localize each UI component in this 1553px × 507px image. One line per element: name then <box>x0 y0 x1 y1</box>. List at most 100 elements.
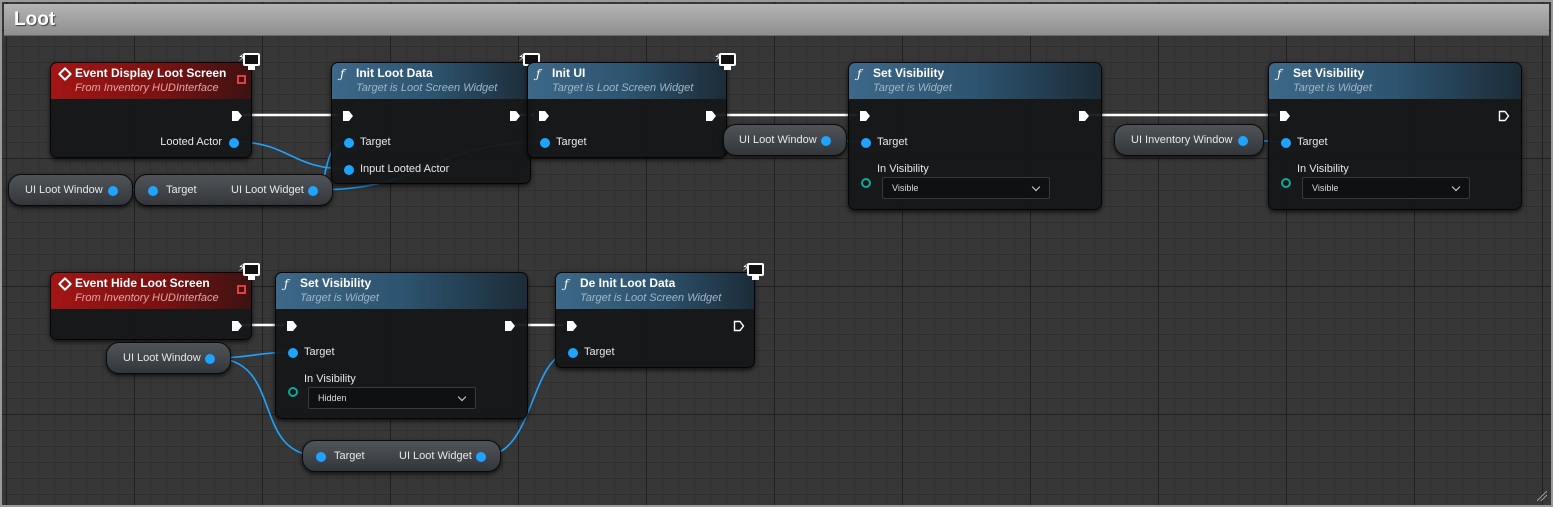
variable-output-pin[interactable] <box>821 136 831 146</box>
ui-loot-window-variable-node[interactable]: UI Loot Window <box>106 342 231 374</box>
set-visibility-node[interactable]: ƒ Set Visibility Target is Widget Target… <box>848 62 1102 210</box>
looted-actor-output-pin[interactable] <box>229 138 239 148</box>
exec-out-pin-icon[interactable] <box>231 320 243 332</box>
looted-actor-input-pin[interactable] <box>344 165 354 175</box>
function-icon: ƒ <box>857 67 862 81</box>
node-title: Set Visibility <box>1293 66 1365 80</box>
target-input-pin[interactable] <box>288 348 298 358</box>
widget-output-pin[interactable] <box>308 186 318 196</box>
function-icon: ƒ <box>1277 67 1282 81</box>
variable-output-pin[interactable] <box>108 186 118 196</box>
node-header: ƒ De Init Loot Data Target is Loot Scree… <box>556 273 754 309</box>
function-icon: ƒ <box>284 277 289 291</box>
exec-out-pin-hollow-icon[interactable] <box>1498 110 1510 122</box>
ui-loot-window-variable-node[interactable]: UI Loot Window <box>8 174 133 206</box>
in-visibility-pin-label: In Visibility <box>1297 163 1349 175</box>
node-title: Event Display Loot Screen <box>75 66 227 80</box>
init-ui-node[interactable]: ƒ Init UI Target is Loot Screen Widget T… <box>527 62 727 158</box>
network-monitor-icon: ⚡ <box>714 51 736 71</box>
variable-label: UI Inventory Window <box>1131 134 1233 146</box>
get-ui-loot-widget-node[interactable]: Target UI Loot Widget <box>134 174 333 206</box>
de-init-loot-data-node[interactable]: ƒ De Init Loot Data Target is Loot Scree… <box>555 272 755 368</box>
input-looted-actor-pin-label: Input Looted Actor <box>360 163 450 175</box>
exec-out-pin-icon[interactable] <box>509 110 521 122</box>
node-header: ƒ Set Visibility Target is Widget <box>849 63 1101 99</box>
exec-out-pin-icon[interactable] <box>705 110 717 122</box>
visibility-input-pin[interactable] <box>288 387 298 397</box>
exec-out-pin-hollow-icon[interactable] <box>733 320 745 332</box>
init-loot-data-node[interactable]: ƒ Init Loot Data Target is Loot Screen W… <box>331 62 531 184</box>
variable-output-pin[interactable] <box>205 354 215 364</box>
node-header: ƒ Init Loot Data Target is Loot Screen W… <box>332 63 530 99</box>
chevron-down-icon <box>1031 182 1041 192</box>
target-pin-label: Target <box>584 346 615 358</box>
visibility-dropdown[interactable]: Visible <box>1302 177 1470 199</box>
network-monitor-icon: ⚡ <box>238 261 260 281</box>
visibility-input-pin[interactable] <box>1281 178 1291 188</box>
node-subtitle: Target is Widget <box>1293 82 1372 94</box>
node-header: Event Display Loot Screen From Inventory… <box>51 63 251 99</box>
target-input-pin[interactable] <box>540 138 550 148</box>
function-icon: ƒ <box>340 67 345 81</box>
node-subtitle: Target is Loot Screen Widget <box>356 82 498 94</box>
node-header: Event Hide Loot Screen From Inventory HU… <box>51 273 251 309</box>
output-pin-label: UI Loot Widget <box>231 184 304 196</box>
target-pin-label: Target <box>166 184 197 196</box>
exec-in-pin-icon[interactable] <box>286 320 298 332</box>
variable-output-pin[interactable] <box>1238 136 1248 146</box>
target-input-pin[interactable] <box>568 348 578 358</box>
exec-in-pin-icon[interactable] <box>538 110 550 122</box>
target-input-pin[interactable] <box>316 452 326 462</box>
in-visibility-pin-label: In Visibility <box>877 163 929 175</box>
get-ui-loot-widget-node[interactable]: Target UI Loot Widget <box>302 440 501 472</box>
network-monitor-icon: ⚡ <box>742 261 764 281</box>
target-input-pin[interactable] <box>148 186 158 196</box>
variable-label: UI Loot Window <box>123 352 201 364</box>
delegate-pin-icon[interactable] <box>237 285 246 294</box>
dropdown-value: Hidden <box>318 393 347 403</box>
target-pin-label: Target <box>360 136 391 148</box>
event-diamond-icon <box>57 276 73 292</box>
dropdown-value: Visible <box>1312 183 1339 193</box>
ui-loot-window-variable-node[interactable]: UI Loot Window <box>723 124 847 156</box>
blueprint-graph-canvas[interactable]: Loot Event Display Loot Screen From Inve… <box>0 0 1553 507</box>
node-title: Set Visibility <box>300 276 372 290</box>
node-header: ƒ Set Visibility Target is Widget <box>1269 63 1521 99</box>
node-title: Init UI <box>552 66 586 80</box>
exec-in-pin-icon[interactable] <box>859 110 871 122</box>
target-input-pin[interactable] <box>861 138 871 148</box>
ui-inventory-window-variable-node[interactable]: UI Inventory Window <box>1114 124 1264 156</box>
event-hide-loot-screen-node[interactable]: Event Hide Loot Screen From Inventory HU… <box>50 272 252 340</box>
dropdown-value: Visible <box>892 183 919 193</box>
network-monitor-icon: ⚡ <box>238 51 260 71</box>
target-input-pin[interactable] <box>1281 138 1291 148</box>
set-visibility-node[interactable]: ƒ Set Visibility Target is Widget Target… <box>1268 62 1522 210</box>
node-title: Set Visibility <box>873 66 945 80</box>
visibility-dropdown[interactable]: Hidden <box>308 387 476 409</box>
exec-in-pin-icon[interactable] <box>1279 110 1291 122</box>
visibility-input-pin[interactable] <box>861 178 871 188</box>
delegate-pin-icon[interactable] <box>237 75 246 84</box>
output-pin-label: UI Loot Widget <box>399 450 472 462</box>
target-input-pin[interactable] <box>344 138 354 148</box>
exec-in-pin-icon[interactable] <box>566 320 578 332</box>
node-subtitle: Target is Widget <box>873 82 952 94</box>
node-title: Init Loot Data <box>356 66 433 80</box>
set-visibility-node[interactable]: ƒ Set Visibility Target is Widget Target… <box>275 272 528 419</box>
node-subtitle: Target is Loot Screen Widget <box>580 292 722 304</box>
visibility-dropdown[interactable]: Visible <box>882 177 1050 199</box>
node-subtitle: Target is Widget <box>300 292 379 304</box>
target-pin-label: Target <box>304 346 335 358</box>
event-diamond-icon <box>57 66 73 82</box>
node-subtitle: From Inventory HUDInterface <box>75 292 219 304</box>
exec-out-pin-icon[interactable] <box>504 320 516 332</box>
event-display-loot-screen-node[interactable]: Event Display Loot Screen From Inventory… <box>50 62 252 158</box>
variable-label: UI Loot Window <box>25 184 103 196</box>
exec-in-pin-icon[interactable] <box>342 110 354 122</box>
exec-out-pin-icon[interactable] <box>231 110 243 122</box>
exec-out-pin-icon[interactable] <box>1078 110 1090 122</box>
target-pin-label: Target <box>556 136 587 148</box>
in-visibility-pin-label: In Visibility <box>304 373 356 385</box>
node-subtitle: From Inventory HUDInterface <box>75 82 219 94</box>
widget-output-pin[interactable] <box>476 452 486 462</box>
